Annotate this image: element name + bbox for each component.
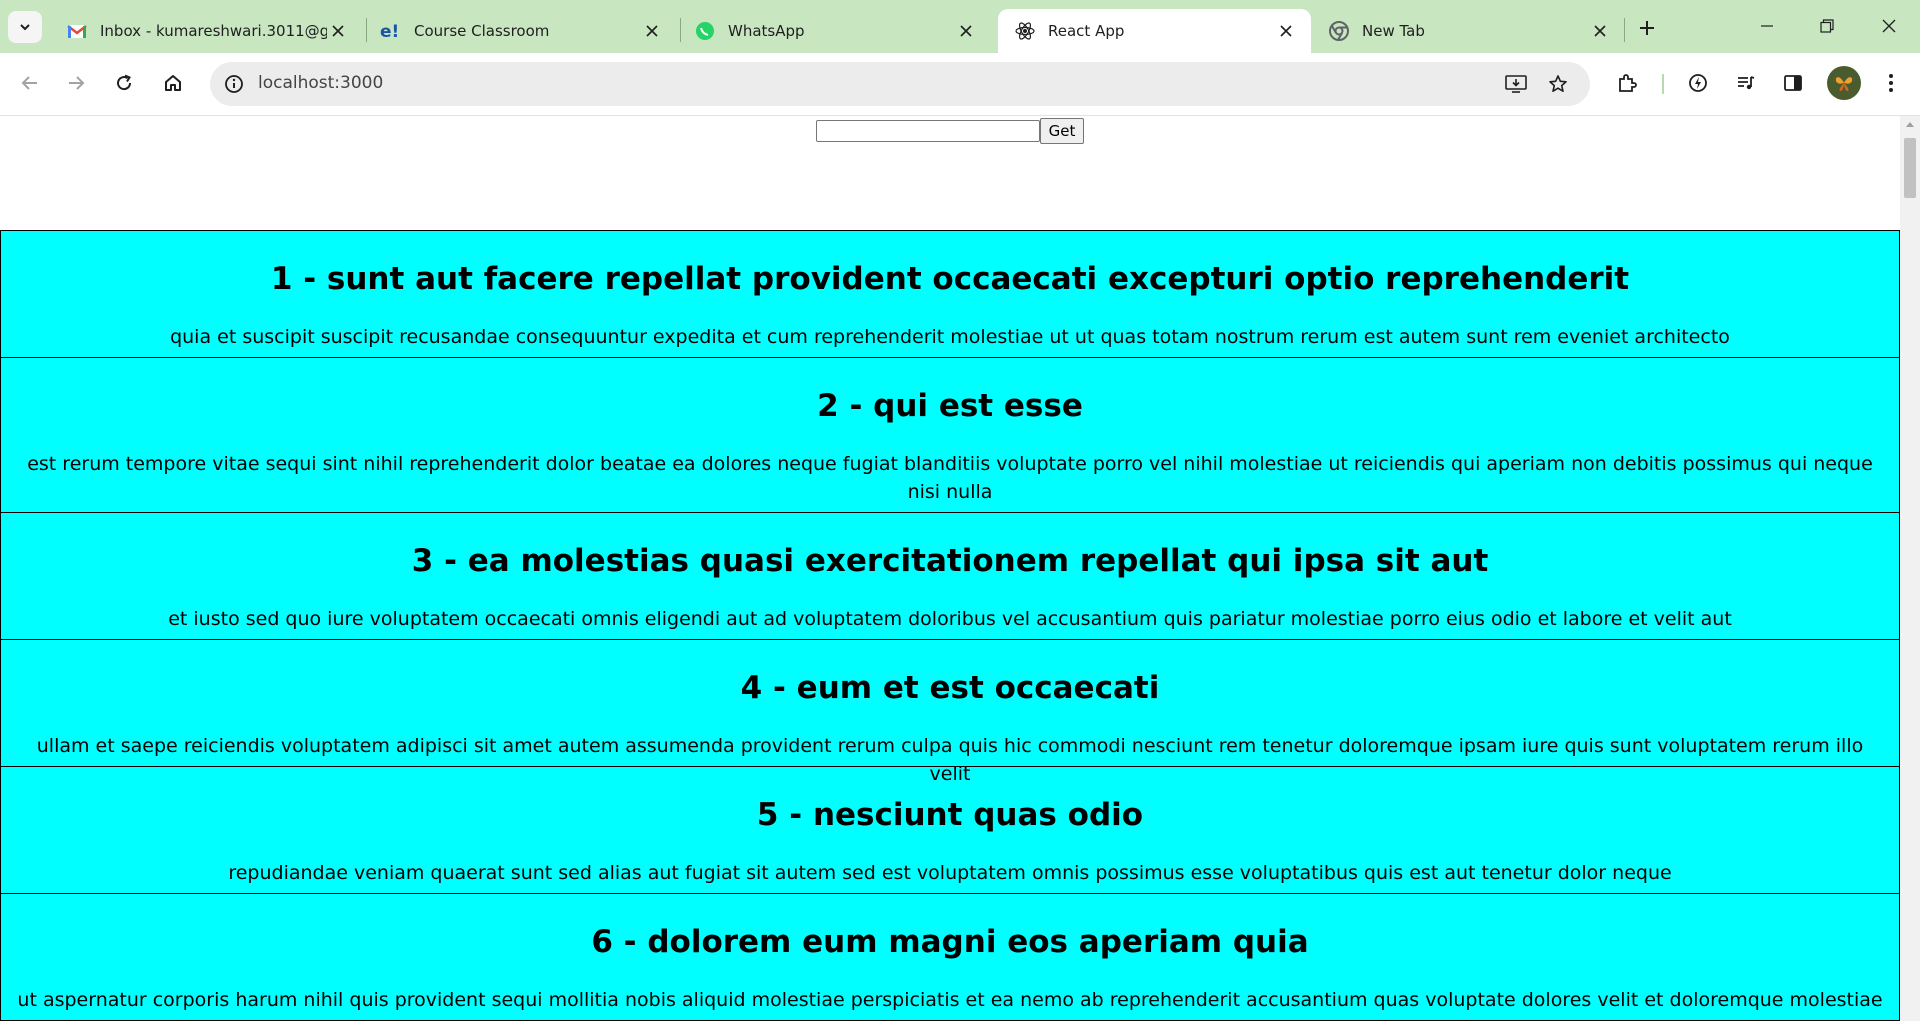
plus-icon <box>1640 21 1654 35</box>
tab-course-classroom[interactable]: e! Course Classroom <box>364 9 677 53</box>
home-icon <box>165 75 181 91</box>
svg-text:e!: e! <box>380 22 399 40</box>
close-icon[interactable] <box>955 20 977 42</box>
post-body: et iusto sed quo iure voluptatem occaeca… <box>168 608 1732 630</box>
back-button[interactable] <box>12 65 48 101</box>
search-form: Get <box>0 118 1900 144</box>
arrow-left-icon <box>21 76 37 90</box>
bookmark-star-icon[interactable] <box>1542 68 1574 100</box>
tab-title: Inbox - kumareshwari.3011@gmail.com - Gm… <box>100 22 327 40</box>
browser-toolbar: localhost:3000 <box>0 53 1920 116</box>
tab-title: New Tab <box>1362 22 1425 40</box>
restore-icon <box>1820 19 1834 33</box>
chrome-icon <box>1328 20 1350 42</box>
tab-title: React App <box>1048 22 1125 40</box>
tab-title: Course Classroom <box>414 22 550 40</box>
profile-avatar[interactable] <box>1827 66 1861 100</box>
address-bar[interactable]: localhost:3000 <box>210 62 1590 106</box>
close-icon[interactable] <box>1589 20 1611 42</box>
minimize-button[interactable] <box>1744 10 1790 42</box>
post-card: 4 - eum et est occaecati ullam et saepe … <box>0 639 1900 785</box>
post-title: 6 - dolorem eum magni eos aperiam quia <box>591 924 1309 960</box>
post-card: 1 - sunt aut facere repellat provident o… <box>0 230 1900 358</box>
close-icon[interactable] <box>327 20 349 42</box>
url-text[interactable]: localhost:3000 <box>258 73 383 93</box>
close-icon <box>1882 19 1896 33</box>
close-icon[interactable] <box>1275 20 1297 42</box>
tab-title: WhatsApp <box>728 22 805 40</box>
whatsapp-icon <box>694 20 716 42</box>
new-tab-button[interactable] <box>1633 14 1661 42</box>
tab-whatsapp[interactable]: WhatsApp <box>678 9 991 53</box>
toolbar-divider <box>1662 74 1664 94</box>
post-title: 1 - sunt aut facere repellat provident o… <box>270 261 1630 297</box>
close-window-button[interactable] <box>1866 10 1912 42</box>
tab-gmail[interactable]: Inbox - kumareshwari.3011@gmail.com - Gm… <box>50 9 363 53</box>
tab-separator <box>1624 18 1625 42</box>
post-title: 2 - qui est esse <box>817 388 1083 424</box>
post-card: 3 - ea molestias quasi exercitationem re… <box>0 512 1900 640</box>
media-controls-icon[interactable] <box>1729 66 1763 100</box>
forward-button[interactable] <box>58 65 94 101</box>
chevron-down-icon <box>20 24 30 31</box>
install-app-icon[interactable] <box>1500 68 1532 100</box>
search-input[interactable] <box>815 120 1040 142</box>
reload-icon <box>117 74 132 91</box>
post-body: ut aspernatur corporis harum nihil quis … <box>17 989 1883 1011</box>
post-title: 4 - eum et est occaecati <box>740 670 1160 706</box>
more-menu-icon[interactable] <box>1874 66 1908 100</box>
performance-icon[interactable] <box>1681 66 1715 100</box>
tab-new-tab[interactable]: New Tab <box>1312 9 1625 53</box>
get-button[interactable]: Get <box>1039 118 1085 144</box>
react-icon <box>1014 20 1036 42</box>
edureka-icon: e! <box>380 20 402 42</box>
scroll-up-arrow-icon[interactable] <box>1900 120 1920 134</box>
arrow-right-icon <box>69 76 85 90</box>
tab-search-button[interactable] <box>8 11 42 43</box>
site-info-icon[interactable] <box>218 68 250 100</box>
post-card: 2 - qui est esse est rerum tempore vitae… <box>0 357 1900 513</box>
minimize-icon <box>1761 25 1773 27</box>
vertical-scrollbar[interactable] <box>1900 116 1920 1021</box>
tab-react-app[interactable]: React App <box>998 9 1311 53</box>
page-viewport: Get 1 - sunt aut facere repellat provide… <box>0 116 1900 1021</box>
post-body: est rerum tempore vitae sequi sint nihil… <box>27 453 1873 503</box>
post-list: 1 - sunt aut facere repellat provident o… <box>0 230 1900 1021</box>
restore-button[interactable] <box>1804 10 1850 42</box>
butterfly-icon <box>1835 77 1853 91</box>
post-body: quia et suscipit suscipit recusandae con… <box>170 326 1730 348</box>
tab-strip: Inbox - kumareshwari.3011@gmail.com - Gm… <box>0 0 1920 53</box>
gmail-icon <box>66 20 88 42</box>
scrollbar-thumb[interactable] <box>1904 138 1916 198</box>
extensions-icon[interactable] <box>1610 66 1644 100</box>
side-panel-icon[interactable] <box>1776 66 1810 100</box>
post-body: repudiandae veniam quaerat sunt sed alia… <box>228 862 1672 884</box>
home-button[interactable] <box>155 65 191 101</box>
reload-button[interactable] <box>106 65 142 101</box>
close-icon[interactable] <box>641 20 663 42</box>
post-card: 6 - dolorem eum magni eos aperiam quia u… <box>0 893 1900 1021</box>
post-title: 3 - ea molestias quasi exercitationem re… <box>411 543 1489 579</box>
